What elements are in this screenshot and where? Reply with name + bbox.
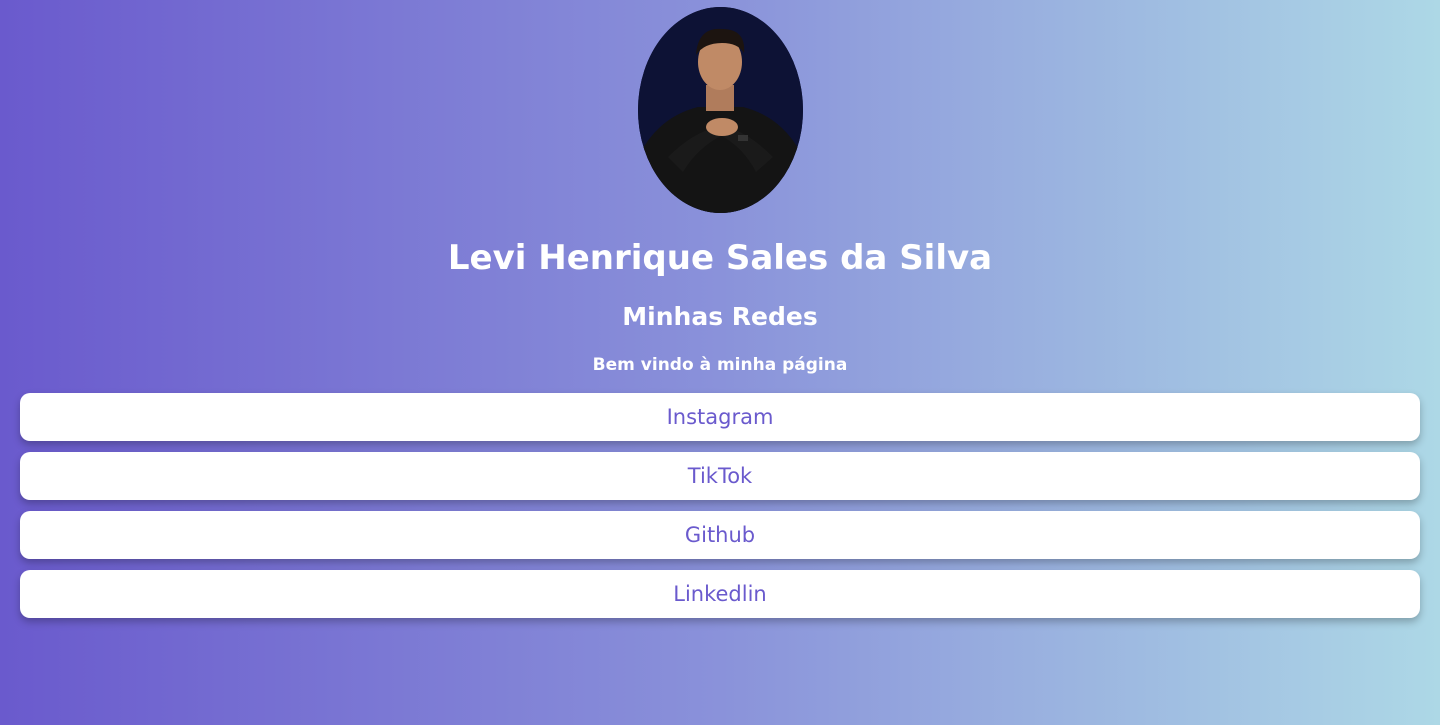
github-link-button[interactable]: Github	[20, 511, 1420, 559]
instagram-link-button[interactable]: Instagram	[20, 393, 1420, 441]
linkedin-link-button[interactable]: Linkedlin	[20, 570, 1420, 618]
welcome-text: Bem vindo à minha página	[592, 355, 848, 375]
section-title: Minhas Redes	[622, 302, 818, 331]
tiktok-link-button[interactable]: TikTok	[20, 452, 1420, 500]
profile-name: Levi Henrique Sales da Silva	[447, 238, 993, 278]
social-links-list: Instagram TikTok Github Linkedlin	[20, 393, 1420, 629]
linktree-page: Levi Henrique Sales da Silva Minhas Rede…	[0, 0, 1440, 725]
profile-photo	[638, 7, 803, 213]
person-portrait-icon	[638, 7, 803, 213]
